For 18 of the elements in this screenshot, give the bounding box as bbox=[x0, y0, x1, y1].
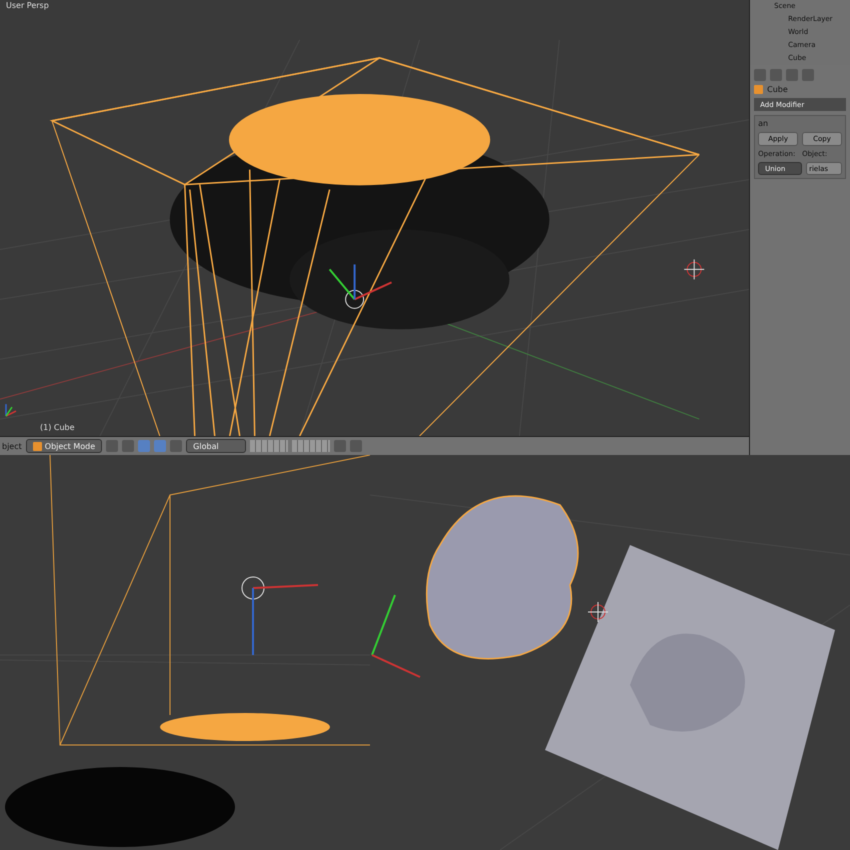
viewport-title: User Persp bbox=[6, 1, 49, 10]
transform-gizmo-icon bbox=[371, 594, 420, 678]
orientation-dropdown[interactable]: Global bbox=[186, 439, 246, 454]
cube-icon bbox=[32, 442, 42, 451]
object-name: Cube bbox=[767, 85, 788, 94]
3d-cursor-icon bbox=[588, 602, 608, 622]
cube-icon bbox=[754, 85, 764, 94]
transform-gizmo-icon bbox=[242, 576, 318, 655]
modifier-name-field[interactable]: an bbox=[758, 119, 768, 128]
layers-grid-icon[interactable] bbox=[250, 440, 288, 452]
mode-dropdown[interactable]: Object Mode bbox=[26, 439, 102, 454]
object-menu[interactable]: bject bbox=[2, 442, 22, 451]
3d-cursor-icon bbox=[684, 258, 705, 280]
layers-grid-icon[interactable] bbox=[292, 440, 330, 452]
axis-icon bbox=[5, 404, 16, 417]
3d-viewport[interactable]: User Persp (1) Cube bbox=[0, 0, 750, 436]
object-label: (1) Cube bbox=[40, 423, 75, 432]
transform-gizmo-icon bbox=[328, 264, 392, 309]
